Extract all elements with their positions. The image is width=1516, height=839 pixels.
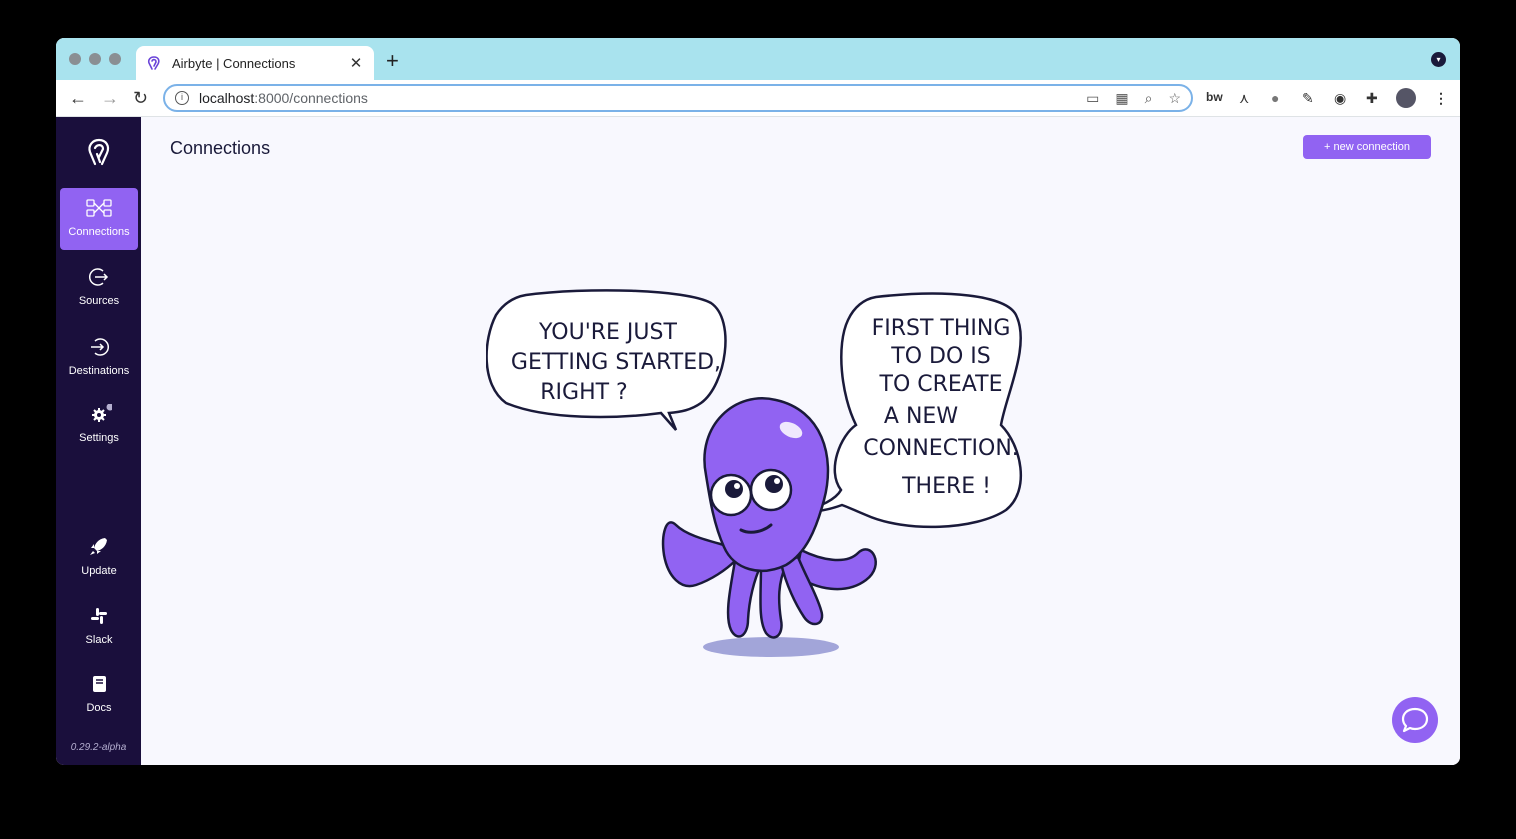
- qr-code-icon[interactable]: ▦: [1115, 90, 1128, 107]
- chevron-down-icon[interactable]: ▾: [1431, 52, 1446, 67]
- sidebar-item-label: Slack: [85, 634, 113, 646]
- url-host: localhost: [199, 90, 255, 106]
- right-bubble-line: THERE !: [901, 474, 991, 499]
- new-connection-button[interactable]: + new connection: [1303, 135, 1431, 159]
- gear-icon: [92, 404, 112, 422]
- airbyte-logo-icon[interactable]: [84, 137, 114, 167]
- url-path: :8000/connections: [254, 90, 368, 106]
- bitwarden-extension-icon[interactable]: bw: [1206, 90, 1223, 104]
- left-bubble-line: RIGHT ?: [540, 380, 627, 405]
- sidebar-item-destinations[interactable]: Destinations: [60, 327, 138, 389]
- browser-toolbar: ← → ↻ i localhost:8000/connections ▭ ▦ ⌕…: [56, 80, 1460, 117]
- address-bar[interactable]: i localhost:8000/connections ▭ ▦ ⌕ ☆: [163, 84, 1193, 112]
- tab-title: Airbyte | Connections: [172, 55, 296, 71]
- cast-icon[interactable]: ▭: [1086, 90, 1099, 107]
- left-bubble-line: GETTING STARTED,: [511, 350, 721, 375]
- circle-extension-icon[interactable]: ●: [1271, 90, 1279, 106]
- sidebar-item-label: Settings: [79, 432, 119, 444]
- forward-arrow-icon[interactable]: →: [101, 88, 119, 108]
- connections-icon: [86, 199, 112, 217]
- graph-extension-icon[interactable]: ⋏: [1239, 90, 1249, 107]
- browser-window: Airbyte | Connections ✕ + ▾ ← → ↻ i loca…: [56, 38, 1460, 765]
- rocket-icon: [90, 538, 107, 555]
- chat-icon: [1401, 707, 1429, 733]
- back-arrow-icon[interactable]: ←: [69, 88, 87, 108]
- sidebar-item-settings[interactable]: Settings: [60, 394, 138, 456]
- left-bubble-line: YOU'RE JUST: [538, 320, 677, 345]
- zoom-icon[interactable]: ⌕: [1145, 90, 1153, 107]
- sidebar-item-update[interactable]: Update: [60, 527, 138, 589]
- puzzle-extensions-icon[interactable]: ✚: [1366, 90, 1378, 107]
- profile-avatar[interactable]: [1396, 88, 1416, 108]
- sidebar-item-connections[interactable]: Connections: [60, 188, 138, 250]
- main-content: Connections + new connection YOU'RE JUST…: [141, 117, 1460, 765]
- notification-dot-icon: [106, 404, 112, 411]
- octopus-illustration: YOU'RE JUST GETTING STARTED, RIGHT ? FIR…: [486, 289, 1022, 657]
- sidebar-item-label: Destinations: [68, 365, 130, 377]
- right-bubble-line: TO DO IS: [890, 344, 990, 369]
- minimize-window-button[interactable]: [89, 53, 101, 65]
- sidebar-item-docs[interactable]: Docs: [60, 664, 138, 726]
- reload-icon[interactable]: ↻: [133, 88, 148, 108]
- version-label: 0.29.2-alpha: [70, 742, 127, 753]
- sources-icon: [88, 268, 109, 286]
- page-title: Connections: [170, 138, 271, 158]
- browser-titlebar: Airbyte | Connections ✕ + ▾: [56, 38, 1460, 80]
- book-icon: [93, 676, 106, 692]
- browser-tab[interactable]: Airbyte | Connections ✕: [136, 46, 374, 80]
- eyedropper-extension-icon[interactable]: ✎: [1302, 90, 1314, 107]
- tab-close-icon[interactable]: ✕: [348, 54, 364, 72]
- new-tab-button[interactable]: +: [386, 50, 399, 72]
- sidebar-item-label: Connections: [68, 226, 130, 238]
- right-bubble-line: FIRST THING: [872, 316, 1011, 341]
- destinations-icon: [91, 338, 110, 356]
- sidebar-item-slack[interactable]: Slack: [60, 596, 138, 658]
- sidebar: Connections Sources Destinations Setting…: [56, 117, 141, 765]
- close-window-button[interactable]: [69, 53, 81, 65]
- sidebar-item-label: Update: [81, 565, 117, 577]
- sidebar-item-label: Docs: [86, 702, 112, 714]
- slack-icon: [91, 608, 107, 624]
- maximize-window-button[interactable]: [109, 53, 121, 65]
- airbyte-favicon-icon: [147, 56, 160, 70]
- bookmark-star-icon[interactable]: ☆: [1168, 90, 1181, 107]
- kebab-menu-icon[interactable]: ⋮: [1434, 90, 1448, 107]
- sidebar-item-sources[interactable]: Sources: [60, 257, 138, 319]
- right-bubble-line: CONNECTION.: [863, 436, 1019, 461]
- sidebar-item-label: Sources: [78, 295, 120, 307]
- eye-extension-icon[interactable]: ◉: [1334, 90, 1346, 107]
- octopus-shadow: [703, 637, 839, 657]
- right-bubble-line: TO CREATE: [879, 372, 1003, 397]
- chat-support-button[interactable]: [1392, 697, 1438, 743]
- info-icon[interactable]: i: [175, 91, 189, 105]
- right-bubble-line: A NEW: [884, 404, 958, 429]
